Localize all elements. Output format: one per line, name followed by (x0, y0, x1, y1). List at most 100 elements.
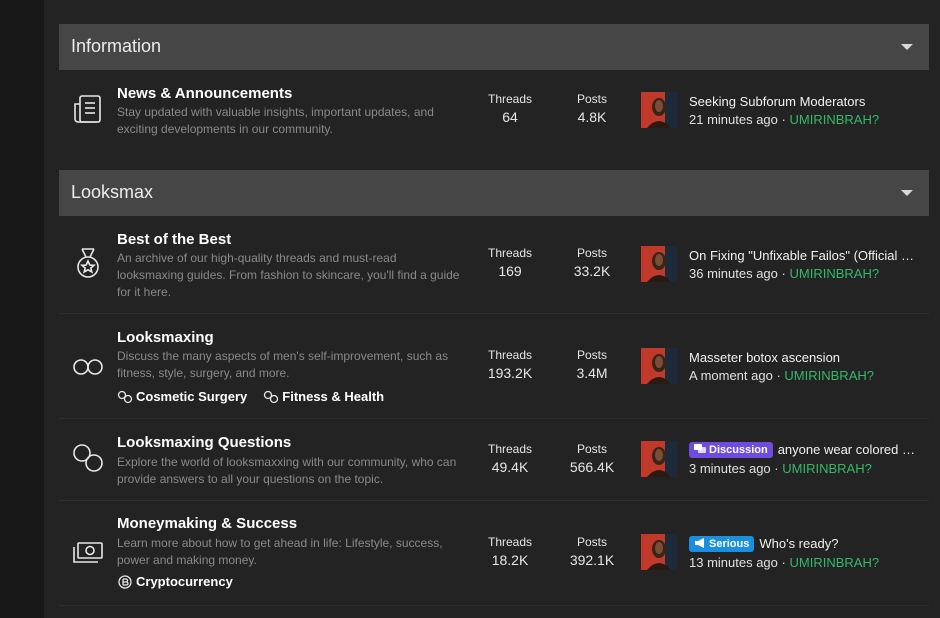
serious-prefix-badge: Serious (689, 536, 755, 552)
latest-meta: A moment ago · UMIRINBRAH? (689, 368, 874, 383)
posts-count: 566.4K (569, 459, 615, 475)
latest-user-link[interactable]: UMIRINBRAH? (782, 461, 872, 476)
latest-time: A moment ago (689, 368, 773, 383)
meta-separator: · (774, 461, 779, 476)
discussion-prefix-badge: Discussion (689, 442, 773, 458)
posts-label: Posts (576, 535, 607, 549)
latest-time: 21 minutes ago (689, 112, 778, 127)
posts-stat: Posts 33.2K (557, 246, 627, 279)
latest-thread-title[interactable]: On Fixing "Unfixable Failos" (Official G… (689, 248, 921, 263)
forum-list: Information News & Announcements Stay up… (59, 0, 929, 618)
subforum-label[interactable]: Cosmetic Surgery (136, 389, 247, 404)
meta-separator: · (781, 112, 786, 127)
latest-thread-title[interactable]: Discussion anyone wear colored contacts? (689, 442, 921, 458)
collapse-toggle-icon[interactable] (901, 190, 913, 196)
threads-stat: Threads 169 (475, 246, 545, 279)
infinity-icon (71, 350, 105, 384)
category-title: Looksmax (71, 182, 154, 202)
latest-meta: 13 minutes ago · UMIRINBRAH? (689, 555, 879, 570)
avatar[interactable] (641, 348, 677, 384)
posts-count: 3.4M (576, 365, 608, 381)
latest-meta: 36 minutes ago · UMIRINBRAH? (689, 266, 879, 281)
posts-stat: Posts 3.4M (557, 348, 627, 381)
threads-count: 64 (502, 109, 518, 125)
forum-description: An archive of our high-quality threads a… (117, 251, 460, 299)
subforum-list: Cosmetic Surgery Fitness & Health (117, 389, 384, 404)
subforum-label[interactable]: Cryptocurrency (136, 574, 233, 589)
avatar[interactable] (641, 441, 677, 477)
subforum-list: Cryptocurrency (117, 574, 233, 589)
threads-label: Threads (487, 442, 533, 456)
latest-meta: 3 minutes ago · UMIRINBRAH? (689, 461, 872, 476)
forum-title[interactable]: Moneymaking & Success (117, 515, 297, 532)
chat-icon (694, 444, 706, 453)
category-header-information[interactable]: Information (59, 24, 929, 70)
posts-stat: Posts 4.8K (557, 92, 627, 125)
posts-label: Posts (576, 92, 607, 106)
threads-label: Threads (487, 348, 533, 362)
latest-time: 3 minutes ago (689, 461, 771, 476)
latest-thread-text[interactable]: Masseter botox ascension (689, 350, 840, 365)
bitcoin-icon (118, 574, 132, 589)
forum-description: Stay updated with valuable insights, imp… (117, 105, 434, 136)
threads-count: 49.4K (491, 459, 529, 475)
forum-node-looksmaxing-questions: Looksmaxing Questions Explore the world … (59, 419, 929, 500)
posts-stat: Posts 566.4K (557, 442, 627, 475)
avatar[interactable] (641, 246, 677, 282)
latest-user-link[interactable]: UMIRINBRAH? (790, 266, 880, 281)
latest-user-link[interactable]: UMIRINBRAH? (790, 112, 880, 127)
forum-title[interactable]: Best of the Best (117, 231, 231, 248)
threads-stat: Threads 64 (475, 92, 545, 125)
prefix-label: Discussion (709, 444, 768, 456)
subforum-link[interactable]: Fitness & Health (263, 389, 384, 404)
forum-title[interactable]: Looksmaxing Questions (117, 434, 291, 451)
collapse-toggle-icon[interactable] (901, 44, 913, 50)
avatar[interactable] (641, 92, 677, 128)
posts-count: 392.1K (569, 552, 615, 568)
subforum-icon (264, 390, 279, 403)
latest-thread-text[interactable]: Who's ready? (759, 536, 838, 551)
subforum-icon (117, 390, 133, 403)
threads-stat: Threads 193.2K (475, 348, 545, 381)
forum-description: Learn more about how to get ahead in lif… (117, 536, 443, 567)
medal-icon (71, 246, 105, 280)
category-title: Information (71, 36, 162, 56)
subforum-link[interactable]: Cryptocurrency (117, 574, 233, 589)
latest-thread-title[interactable]: Serious Who's ready? (689, 536, 921, 552)
row-divider (59, 605, 929, 606)
category-header-looksmax[interactable]: Looksmax (59, 170, 929, 216)
forum-title[interactable]: News & Announcements (117, 85, 292, 102)
newspaper-icon (71, 92, 105, 126)
forum-node-news: News & Announcements Stay updated with v… (59, 70, 929, 158)
latest-time: 13 minutes ago (689, 555, 778, 570)
threads-count: 193.2K (487, 365, 533, 381)
latest-thread-title[interactable]: Masseter botox ascension (689, 350, 921, 365)
left-sidebar-strip (0, 0, 44, 618)
meta-separator: · (781, 266, 786, 281)
latest-thread-text[interactable]: anyone wear colored contacts? (778, 442, 921, 457)
avatar[interactable] (641, 534, 677, 570)
subforum-link[interactable]: Cosmetic Surgery (117, 389, 247, 404)
meta-separator: · (781, 555, 786, 570)
forum-description: Explore the world of looksmaxxing with o… (117, 455, 457, 486)
latest-user-link[interactable]: UMIRINBRAH? (790, 555, 880, 570)
posts-count: 33.2K (573, 263, 611, 279)
subforum-label[interactable]: Fitness & Health (282, 389, 384, 404)
threads-count: 18.2K (491, 552, 529, 568)
forum-node-best-of-the-best: Best of the Best An archive of our high-… (59, 216, 929, 313)
forum-title[interactable]: Looksmaxing (117, 329, 214, 346)
latest-thread-text[interactable]: On Fixing "Unfixable Failos" (Official G… (689, 248, 921, 263)
meta-separator: · (776, 368, 781, 383)
prefix-label: Serious (709, 538, 750, 550)
posts-stat: Posts 392.1K (557, 535, 627, 568)
forum-description: Discuss the many aspects of men's self-i… (117, 349, 449, 380)
latest-thread-text[interactable]: Seeking Subforum Moderators (689, 94, 865, 109)
megaphone-icon (695, 538, 704, 548)
threads-stat: Threads 18.2K (475, 535, 545, 568)
forum-node-moneymaking: Moneymaking & Success Learn more about h… (59, 501, 929, 605)
latest-user-link[interactable]: UMIRINBRAH? (784, 368, 874, 383)
threads-label: Threads (487, 92, 533, 106)
threads-label: Threads (487, 246, 533, 260)
threads-stat: Threads 49.4K (475, 442, 545, 475)
latest-thread-title[interactable]: Seeking Subforum Moderators (689, 94, 921, 109)
